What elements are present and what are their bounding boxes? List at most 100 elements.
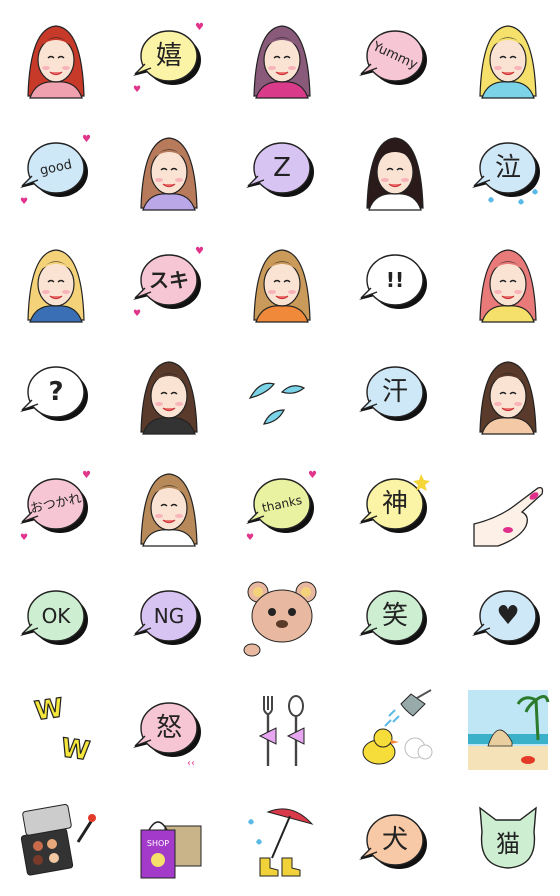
sticker-umbrella-and-boots[interactable] <box>242 802 322 882</box>
bubble-label: 泣 <box>495 153 521 183</box>
bubble-label: Z <box>273 153 291 183</box>
bubble-label: 嬉 <box>156 41 182 71</box>
bubble-z-icon: Z <box>246 142 314 197</box>
bubble-label: !! <box>386 268 404 292</box>
bubble-label: ? <box>48 377 63 407</box>
svg-text:‹‹: ‹‹ <box>187 758 195 769</box>
bubble-good-icon: good ♥♥ <box>20 134 91 207</box>
woman-brown-hair-shocked-icon <box>253 249 311 323</box>
svg-text:♥: ♥ <box>246 533 254 543</box>
sticker-fork-and-spoon[interactable] <box>242 690 322 770</box>
bubble-笑-icon: 笑 <box>359 590 427 645</box>
sticker-bubble-thanks[interactable]: thanks ♥ ♥ <box>242 466 322 546</box>
bubble-label: 犬 <box>382 825 408 855</box>
bubble-label: ♥ <box>496 601 519 631</box>
woman-blonde-wink-icon <box>27 249 85 323</box>
bubble-おつかれ-icon: おつかれ ♥♥ <box>20 470 91 543</box>
bubble-thanks-icon: thanks ♥♥ <box>246 470 317 543</box>
woman-dark-hair-sad-icon <box>366 137 424 211</box>
sticker-bubble-神[interactable]: 神 <box>355 466 435 546</box>
svg-text:♥: ♥ <box>20 533 28 543</box>
woman-side-profile-earring-icon <box>140 473 198 547</box>
bubble-label: OK <box>42 604 72 628</box>
woman-purple-hair-eating-icon <box>253 25 311 99</box>
svg-text:♥: ♥ <box>308 470 317 481</box>
emoji-sticker-grid: 嬉 ♥ ♥ Yummy good ♥ ♥ Z 泣 スキ ♥ ♥ !! ? 汗 お… <box>0 0 560 896</box>
beach-scene-icon <box>468 690 550 770</box>
sticker-bubble-おつかれ[interactable]: おつかれ ♥ ♥ <box>16 466 96 546</box>
woman-red-hair-laughing-icon <box>27 25 85 99</box>
sticker-bubble-heart[interactable]: ♥ <box>468 578 548 658</box>
svg-text:W: W <box>59 733 92 767</box>
sticker-bubble-汗[interactable]: 汗 <box>355 354 435 434</box>
sticker-bubble-笑[interactable]: 笑 <box>355 578 435 658</box>
bubble-label: 神 <box>382 489 408 519</box>
woman-brown-hair-sweat-icon <box>140 361 198 435</box>
svg-text:♥: ♥ <box>82 134 91 145</box>
woman-brown-hair-worried-icon <box>479 361 537 435</box>
bubble-神-icon: 神 <box>359 474 430 533</box>
bubble-yummy-icon: Yummy <box>359 30 427 85</box>
svg-text:♥: ♥ <box>195 246 204 257</box>
sticker-beach-scene[interactable] <box>468 690 550 770</box>
sticker-woman-brown-hair-sweat[interactable] <box>129 354 209 435</box>
bubble-汗-icon: 汗 <box>359 366 427 421</box>
bubble-猫-icon: 猫 <box>479 806 537 869</box>
sticker-bubble-怒[interactable]: 怒 ‹‹ <box>129 690 209 770</box>
sticker-sweat-drops[interactable] <box>242 354 322 434</box>
sticker-bubble-yummy[interactable]: Yummy <box>355 18 435 98</box>
sticker-woman-dark-hair-sad[interactable] <box>355 130 435 211</box>
sticker-woman-purple-hair-eating[interactable] <box>242 18 322 99</box>
sticker-woman-sleeping-pillow[interactable] <box>129 130 209 211</box>
bubble-question-icon: ? <box>20 366 88 421</box>
hand-pointing-icon <box>473 486 544 547</box>
sticker-woman-brown-hair-shocked[interactable] <box>242 242 322 323</box>
sticker-makeup-palette[interactable] <box>16 802 96 882</box>
sticker-bubble-スキ[interactable]: スキ ♥ ♥ <box>129 242 209 322</box>
teddy-bear-face-icon <box>243 581 317 657</box>
sticker-woman-pink-hair-crying[interactable] <box>468 242 548 323</box>
bubble-label: 笑 <box>382 601 408 631</box>
sticker-bubble-question[interactable]: ? <box>16 354 96 434</box>
bubble-label: スキ <box>149 268 189 292</box>
bubble-ok-icon: OK <box>20 590 88 645</box>
sticker-shower-and-duck[interactable] <box>355 689 435 770</box>
woman-sleeping-pillow-icon <box>140 137 198 211</box>
sticker-bubble-z[interactable]: Z <box>242 130 322 210</box>
woman-pink-hair-crying-icon <box>479 249 537 323</box>
sticker-woman-side-profile-earring[interactable] <box>129 466 209 547</box>
sticker-woman-red-hair-laughing[interactable] <box>16 18 96 99</box>
sticker-woman-blonde-surprised[interactable] <box>468 18 548 99</box>
bubble-label: 猫 <box>496 830 520 858</box>
sticker-woman-blonde-wink[interactable] <box>16 242 96 323</box>
sticker-teddy-bear-face[interactable] <box>242 578 322 658</box>
sticker-bubble-泣[interactable]: 泣 <box>468 130 548 210</box>
sticker-bubble-good[interactable]: good ♥ ♥ <box>16 130 96 210</box>
svg-text:W: W <box>33 693 66 727</box>
shop-bag-label: SHOP <box>147 839 169 848</box>
makeup-palette-icon <box>20 803 96 876</box>
sweat-drops-icon <box>248 382 306 425</box>
bubble-犬-icon: 犬 <box>359 814 427 869</box>
sticker-bubble-ok[interactable]: OK <box>16 578 96 658</box>
sticker-bubble-exclamation[interactable]: !! <box>355 242 435 322</box>
bubble-嬉-icon: 嬉 ♥ ♥ <box>133 22 204 95</box>
svg-text:♥: ♥ <box>195 22 204 33</box>
sticker-bubble-ng[interactable]: NG <box>129 578 209 658</box>
bubble-exclamation-icon: !! <box>359 254 427 309</box>
text-ww-icon: W W <box>32 693 92 768</box>
svg-text:♥: ♥ <box>20 197 28 207</box>
woman-blonde-surprised-icon <box>479 25 537 99</box>
svg-text:♥: ♥ <box>82 470 91 481</box>
sticker-bubble-猫[interactable]: 猫 <box>468 802 548 882</box>
sticker-text-ww[interactable]: W W <box>16 690 96 770</box>
bubble-label: NG <box>154 604 184 628</box>
sticker-shopping-bags[interactable]: SHOP <box>129 802 209 882</box>
bubble-怒-icon: 怒 ‹‹ <box>133 702 201 769</box>
shower-and-duck-icon <box>362 689 433 765</box>
sticker-bubble-嬉[interactable]: 嬉 ♥ ♥ <box>129 18 209 98</box>
bubble-label: 怒 <box>156 713 182 743</box>
sticker-woman-brown-hair-worried[interactable] <box>468 354 548 435</box>
sticker-bubble-犬[interactable]: 犬 <box>355 802 435 882</box>
sticker-hand-pointing[interactable] <box>468 466 548 547</box>
